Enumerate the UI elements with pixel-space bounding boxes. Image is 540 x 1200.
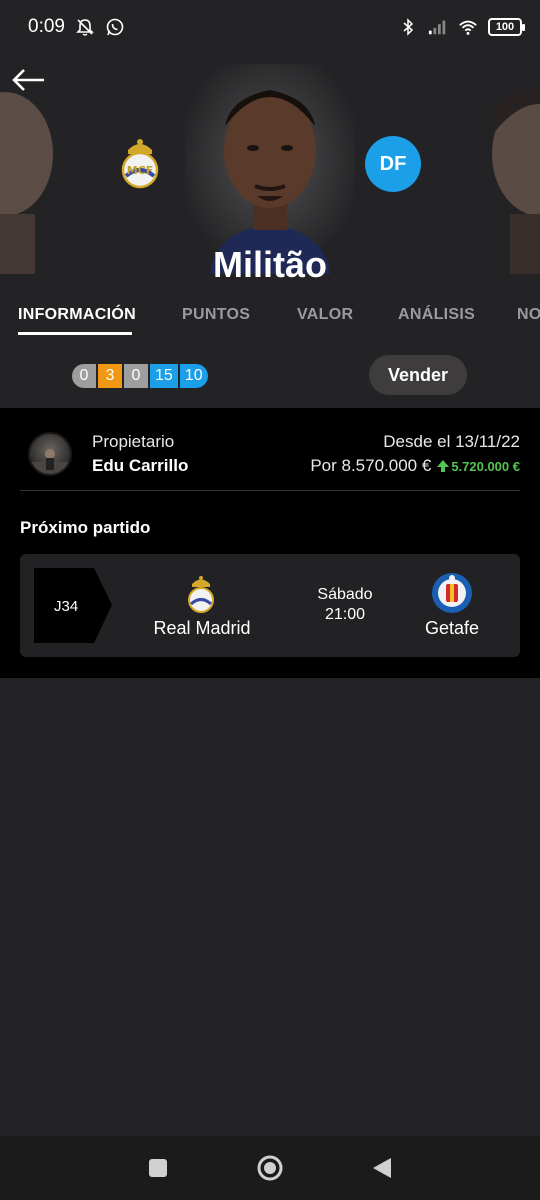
purchase-price-line: Por 8.570.000 € 5.720.000 €: [310, 456, 520, 476]
points-chip: 10: [179, 364, 208, 388]
svg-text:MCF: MCF: [127, 164, 154, 177]
match-time: 21:00: [324, 606, 366, 623]
battery-level: 100: [495, 21, 515, 33]
back-triangle-icon: [373, 1158, 391, 1178]
status-right: 100: [398, 17, 525, 37]
back-button[interactable]: [368, 1154, 396, 1182]
tab-puntos[interactable]: PUNTOS: [182, 306, 250, 324]
recent-points-row: 0 3 0 15 10: [72, 364, 208, 388]
status-left: 0:09: [28, 16, 125, 38]
recents-button[interactable]: [144, 1154, 172, 1182]
back-arrow-icon[interactable]: [10, 66, 46, 94]
recents-square-icon: [149, 1159, 167, 1177]
signal-icon: [428, 20, 446, 35]
tab-bar: INFORMACIÓN PUNTOS VALOR ANÁLISIS NO: [0, 294, 540, 336]
info-panel: Propietario Edu Carrillo Desde el 13/11/…: [0, 408, 540, 678]
owner-avatar[interactable]: [28, 432, 72, 476]
home-button[interactable]: [256, 1154, 284, 1182]
position-badge: DF: [365, 136, 421, 192]
away-team-name: Getafe: [424, 618, 480, 638]
tab-informacion[interactable]: INFORMACIÓN: [18, 306, 136, 324]
points-chip: 0: [72, 364, 96, 388]
getafe-crest-icon: [432, 573, 472, 613]
value-gain: 5.720.000 €: [437, 459, 520, 474]
tab-valor[interactable]: VALOR: [297, 306, 353, 324]
tab-analisis[interactable]: ANÁLISIS: [398, 306, 475, 324]
whatsapp-icon: [106, 18, 124, 36]
next-player-photo[interactable]: [485, 64, 540, 274]
tab-more[interactable]: NO: [517, 306, 540, 324]
mute-bell-icon: [76, 19, 94, 36]
arrow-up-icon: [437, 460, 450, 472]
player-name: Militão: [213, 244, 327, 284]
owner-avatar-image: [30, 449, 70, 474]
real-madrid-crest-icon: MCF: [121, 139, 159, 189]
previous-player-photo[interactable]: [0, 64, 60, 274]
status-bar: 0:09 100: [0, 0, 540, 54]
owner-name[interactable]: Edu Carrillo: [92, 456, 188, 476]
real-madrid-crest-icon: [188, 576, 214, 613]
points-chip: 3: [98, 364, 122, 388]
tab-indicator: [18, 332, 132, 335]
purchase-price: Por 8.570.000 €: [310, 456, 432, 475]
clock: 0:09: [28, 16, 65, 37]
value-gain-amount: 5.720.000 €: [451, 458, 520, 474]
points-chip: 0: [124, 364, 148, 388]
round-label: J34: [54, 598, 79, 615]
next-match-title: Próximo partido: [20, 518, 151, 537]
next-match-card[interactable]: J34 Real Madrid Sábado 21:00 Getafe: [20, 554, 520, 657]
points-chip: 15: [150, 364, 178, 388]
wifi-icon: [459, 20, 477, 35]
battery-indicator: 100: [488, 18, 525, 36]
bluetooth-icon: [403, 18, 414, 36]
match-day: Sábado: [317, 586, 373, 603]
system-nav-bar: [0, 1136, 540, 1200]
sell-button[interactable]: Vender: [369, 355, 467, 395]
player-photo: [185, 64, 355, 274]
home-team-name: Real Madrid: [153, 618, 251, 638]
position-label: DF: [379, 152, 407, 175]
home-circle-icon: [257, 1155, 283, 1181]
owner-label: Propietario: [92, 432, 175, 451]
ownership-since: Desde el 13/11/22: [383, 432, 520, 451]
divider: [20, 490, 520, 491]
player-header: MCF DF Militão: [0, 54, 540, 284]
